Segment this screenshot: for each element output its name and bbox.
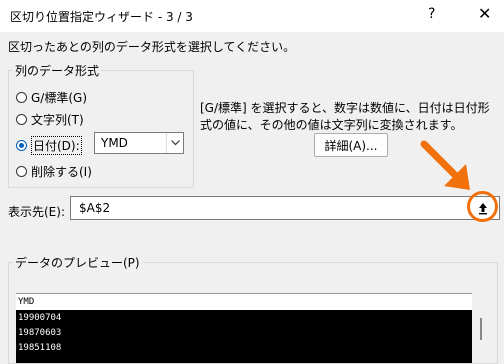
pointer-arrow-icon — [420, 140, 470, 190]
preview-row: 19900704 — [18, 313, 62, 323]
date-format-select[interactable]: YMD — [94, 132, 184, 154]
radio-text-label: 文字列(T) — [31, 113, 84, 127]
format-description: [G/標準] を選択すると、数字は数値に、日付は日付形式の値に、その他の値は文字… — [200, 101, 490, 132]
destination-label: 表示先(E): — [8, 205, 65, 219]
close-button[interactable]: ✕ — [478, 4, 491, 23]
radio-circle[interactable] — [16, 92, 27, 103]
radio-date-label: 日付(D): — [31, 136, 82, 155]
preview-row: 19851108 — [18, 343, 62, 353]
radio-skip[interactable]: 削除する(I) — [16, 163, 92, 180]
instruction-text: 区切ったあとの列のデータ形式を選択してください。 — [8, 40, 296, 54]
preview-row: 19870603 — [18, 328, 62, 338]
date-format-value: YMD — [101, 136, 128, 150]
radio-circle-selected[interactable] — [16, 140, 27, 151]
radio-general-label: G/標準(G) — [31, 91, 88, 105]
column-format-group-label: 列のデータ形式 — [13, 62, 102, 79]
radio-circle[interactable] — [16, 114, 27, 125]
radio-circle[interactable] — [16, 166, 27, 177]
chevron-down-icon[interactable] — [166, 133, 183, 153]
preview-group-label: データのプレビュー(P) — [13, 254, 142, 271]
preview-scrollbar[interactable] — [480, 318, 482, 340]
radio-date[interactable]: 日付(D): — [16, 136, 82, 155]
detail-button[interactable]: 詳細(A)... — [314, 133, 388, 157]
destination-value: $A$2 — [79, 201, 111, 215]
radio-general[interactable]: G/標準(G) — [16, 89, 87, 106]
radio-skip-label: 削除する(I) — [31, 165, 92, 179]
preview-column-header[interactable]: YMD — [16, 293, 472, 310]
radio-text[interactable]: 文字列(T) — [16, 111, 84, 128]
window-title: 区切り位置指定ウィザード - 3 / 3 — [10, 10, 193, 24]
help-button[interactable]: ? — [428, 6, 435, 22]
